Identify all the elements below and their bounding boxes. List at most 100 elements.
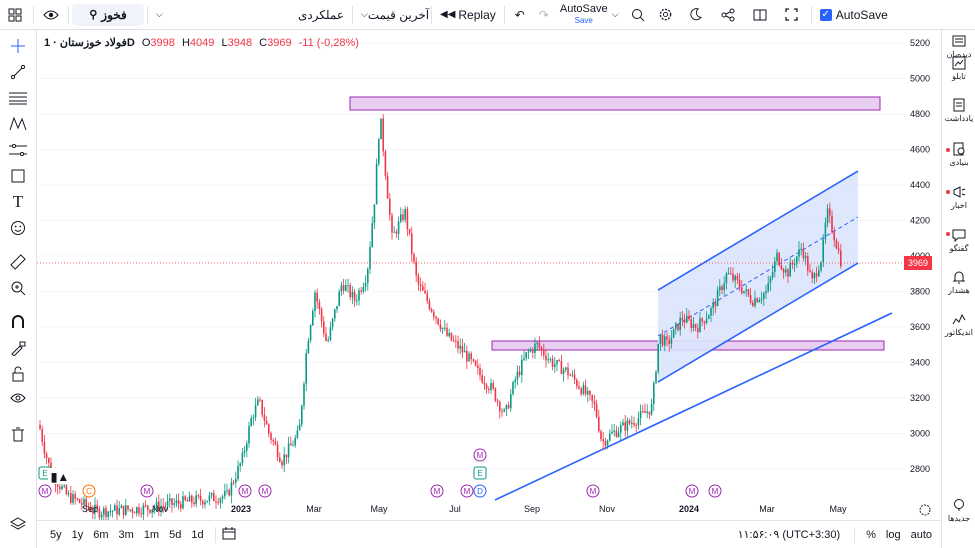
search-icon: ⚲ [89, 9, 98, 21]
symbol-search-button[interactable]: ⚲ فخوز [72, 3, 144, 26]
candle [450, 332, 453, 342]
svg-text:M: M [712, 487, 719, 496]
magnet-icon[interactable] [8, 312, 28, 332]
candle [624, 414, 626, 438]
event-marker-m[interactable]: M [430, 484, 444, 498]
horizontal-lines-icon[interactable] [8, 88, 28, 108]
layers-icon[interactable] [8, 514, 28, 534]
candle [292, 440, 294, 447]
sidebar-item-new[interactable]: جدیدها [942, 498, 975, 523]
visibility-eye-icon[interactable] [37, 3, 65, 27]
range-3m[interactable]: 3m [114, 529, 139, 541]
event-marker-m[interactable]: M [238, 484, 252, 498]
sidebar-item-chat[interactable]: گفتگو [942, 228, 975, 253]
event-marker-m[interactable]: M [460, 484, 474, 498]
svg-text:E: E [477, 469, 482, 478]
trendline-icon[interactable] [8, 62, 28, 82]
sidebar-item-alert[interactable]: هشدار [942, 270, 975, 295]
rectangle-icon[interactable] [8, 166, 28, 186]
event-marker-m[interactable]: M [473, 448, 487, 462]
range-6m[interactable]: 6m [88, 529, 113, 541]
layout-select[interactable]: ⌵ عملکردی [151, 3, 349, 27]
autosave-sub: Save [574, 15, 593, 25]
chart-settings-gear-icon[interactable] [919, 504, 931, 516]
candle [109, 504, 112, 517]
candle [507, 401, 510, 410]
candle [197, 493, 200, 499]
hide-drawings-eye-icon[interactable] [8, 388, 28, 408]
clock-timezone[interactable]: ۱۱:۵۶:۰۹ (UTC+3:30) [738, 528, 840, 541]
time-tick-label: May [370, 504, 388, 514]
candle [389, 193, 391, 221]
crosshair-icon[interactable] [8, 36, 28, 56]
time-tick-label: Sep [82, 504, 98, 514]
event-marker-m[interactable]: M [38, 484, 52, 498]
trash-icon[interactable] [8, 424, 28, 444]
autosave-status[interactable]: AutoSave Save [556, 3, 612, 27]
zoom-in-icon[interactable] [8, 278, 28, 298]
notes-icon [953, 98, 965, 112]
checkbox-checked-icon[interactable]: ✓ [819, 8, 832, 21]
redo-button[interactable]: ↷ [532, 3, 556, 27]
autosave-toggle[interactable]: ✓ AutoSave [815, 3, 893, 27]
candle [125, 498, 127, 517]
candle [428, 298, 431, 312]
event-marker-m[interactable]: M [140, 484, 154, 498]
fullscreen-icon[interactable] [776, 3, 808, 27]
candle [490, 378, 492, 395]
svg-text:M: M [434, 487, 441, 496]
range-1d[interactable]: 1d [186, 529, 208, 541]
sidebar-item-board[interactable]: تابلو [942, 56, 975, 81]
candle [107, 510, 109, 520]
grid-menu-icon[interactable] [0, 3, 30, 27]
sidebar-item-news[interactable]: اخبار [942, 185, 975, 210]
date-range-calendar-icon[interactable] [222, 526, 236, 543]
event-markers[interactable]: EM C M M M M M DEMM M M [38, 448, 722, 498]
range-1y[interactable]: 1y [67, 529, 89, 541]
range-5d[interactable]: 5d [164, 529, 186, 541]
price-chart[interactable]: 5200500048004600440042004000380036003400… [37, 30, 941, 520]
lock-icon[interactable] [8, 364, 28, 384]
share-icon[interactable] [712, 3, 744, 27]
event-marker-m[interactable]: M [685, 484, 699, 498]
event-marker-m[interactable]: M [708, 484, 722, 498]
sidebar-item-notes[interactable]: یادداشت [942, 98, 975, 123]
time-axis[interactable]: Sep Nov 2023 Mar May Jul Sep Nov 2024 Mar May [82, 504, 847, 514]
range-1m[interactable]: 1m [139, 529, 164, 541]
candle [301, 404, 303, 428]
candle [501, 408, 503, 417]
candle [650, 398, 653, 416]
quick-search-icon[interactable] [624, 3, 652, 27]
event-marker-m[interactable]: M [586, 484, 600, 498]
event-marker-d[interactable]: D [473, 484, 487, 498]
price-type-select[interactable]: ⌵ آخرین قیمت [356, 3, 429, 27]
lock-drawing-icon[interactable] [8, 338, 28, 358]
auto-scale-toggle[interactable]: auto [906, 529, 937, 541]
book-icon[interactable] [744, 3, 776, 27]
time-tick-label: Mar [306, 504, 322, 514]
text-icon[interactable]: T [8, 192, 28, 212]
event-marker-c[interactable]: C [82, 484, 96, 498]
percent-scale-toggle[interactable]: % [861, 529, 881, 541]
sidebar-item-indicator[interactable]: اندیکاتور [942, 312, 975, 337]
candle [554, 356, 556, 373]
pattern-icon[interactable] [8, 114, 28, 134]
sidebar-item-fundamentals[interactable]: بنیادی [942, 142, 975, 167]
event-marker-e[interactable]: E [473, 466, 487, 480]
event-marker-m[interactable]: M [258, 484, 272, 498]
settings-gear-icon[interactable] [652, 3, 680, 27]
chevron-down-icon[interactable]: ⌵ [612, 3, 624, 27]
log-scale-toggle[interactable]: log [881, 529, 906, 541]
range-5y[interactable]: 5y [45, 529, 67, 541]
replay-button[interactable]: ◀◀ Replay [435, 3, 501, 27]
price-tick-label: 3200 [910, 393, 930, 403]
emoji-icon[interactable] [8, 218, 28, 238]
dark-mode-moon-icon[interactable] [680, 3, 712, 27]
resistance-zone[interactable] [349, 96, 881, 111]
ruler-icon[interactable] [8, 252, 28, 272]
undo-button[interactable]: ↶ [508, 3, 532, 27]
candle [635, 422, 637, 433]
candle [70, 485, 72, 505]
candle [580, 386, 582, 397]
forecast-icon[interactable] [8, 140, 28, 160]
